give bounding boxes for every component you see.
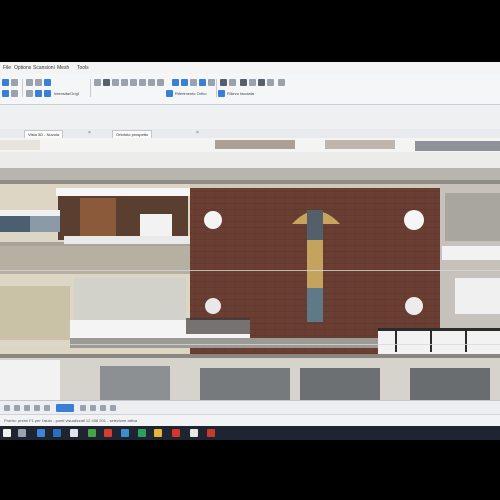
ortho-icon[interactable] — [166, 90, 173, 97]
facade-point-cloud-image — [0, 138, 500, 400]
ribbon-label-facade: Rilievo facciata — [227, 91, 254, 96]
table-icon[interactable] — [258, 79, 265, 86]
save-icon[interactable] — [35, 79, 42, 86]
pdf-icon[interactable] — [172, 429, 180, 437]
app-icon[interactable] — [138, 429, 146, 437]
tab-orthophoto[interactable]: Ortofoto prospetto — [112, 130, 153, 138]
panel-icon[interactable] — [249, 79, 256, 86]
ribbon-separator — [90, 79, 91, 97]
menu-scansioni[interactable]: Scansioni — [33, 63, 55, 73]
ribbon-toolbar: Intensita/Grigi Riferimento Ortho Riliev… — [0, 74, 500, 105]
app-icon[interactable] — [104, 429, 112, 437]
mail-icon[interactable] — [70, 429, 78, 437]
section-icon[interactable] — [157, 79, 164, 86]
secondary-toolbar-area — [0, 105, 500, 130]
application-screen: File Options Scansioni Mesh Tools Intens… — [0, 62, 500, 440]
render-icon[interactable] — [181, 79, 188, 86]
grid-icon[interactable] — [220, 79, 227, 86]
cut-icon[interactable] — [26, 90, 33, 97]
color-icon[interactable] — [100, 405, 106, 411]
menu-tools[interactable]: Tools — [77, 63, 89, 73]
box-icon[interactable] — [44, 90, 51, 97]
grid-icon[interactable] — [110, 405, 116, 411]
snap-icon[interactable] — [229, 79, 236, 86]
clip-icon[interactable] — [35, 90, 42, 97]
rotate-icon[interactable] — [14, 405, 20, 411]
globe-icon[interactable] — [199, 79, 206, 86]
fit-icon[interactable] — [34, 405, 40, 411]
status-text: Pronto: premi F1 per l'aiuto - punti vis… — [4, 418, 138, 423]
camera-icon[interactable] — [80, 405, 86, 411]
app-icon[interactable] — [88, 429, 96, 437]
area-icon[interactable] — [121, 79, 128, 86]
point-cloud-viewport[interactable] — [0, 138, 500, 400]
windows-icon[interactable] — [3, 429, 11, 437]
ruler-icon[interactable] — [103, 79, 110, 86]
view-tool-icon[interactable] — [2, 90, 9, 97]
ribbon-label-intensity: Intensita/Grigi — [54, 91, 79, 96]
app-icon[interactable] — [190, 429, 198, 437]
close-icon[interactable]: × — [88, 130, 91, 137]
window-icon[interactable] — [240, 79, 247, 86]
menu-mesh[interactable]: Mesh — [57, 63, 69, 73]
list-icon[interactable] — [267, 79, 274, 86]
ribbon-separator — [22, 79, 23, 97]
tab-3d-view[interactable]: Vista 3D - Nuvola — [24, 130, 64, 138]
windows-taskbar — [0, 426, 500, 440]
point-icon[interactable] — [130, 79, 137, 86]
select-tool-icon[interactable] — [2, 79, 9, 86]
menu-options[interactable]: Options — [14, 63, 31, 73]
search-icon[interactable] — [18, 429, 26, 437]
pan-icon[interactable] — [44, 405, 50, 411]
app-icon[interactable] — [207, 429, 215, 437]
plane-icon[interactable] — [148, 79, 155, 86]
ribbon-separator — [216, 79, 217, 97]
camera-icon[interactable] — [172, 79, 179, 86]
facade-icon[interactable] — [218, 90, 225, 97]
folder-icon[interactable] — [37, 429, 45, 437]
measure-icon[interactable] — [94, 79, 101, 86]
app-icon[interactable] — [121, 429, 129, 437]
view-mode-button[interactable] — [56, 404, 74, 412]
open-icon[interactable] — [26, 79, 33, 86]
menu-file[interactable]: File — [3, 63, 11, 73]
layer-icon[interactable] — [44, 79, 51, 86]
line-icon[interactable] — [139, 79, 146, 86]
zoom-icon[interactable] — [24, 405, 30, 411]
bottom-toolbar — [0, 400, 500, 415]
pan-tool-icon[interactable] — [11, 90, 18, 97]
ribbon-label-ortho: Riferimento Ortho — [175, 91, 207, 96]
browser-icon[interactable] — [53, 429, 61, 437]
move-tool-icon[interactable] — [11, 79, 18, 86]
angle-icon[interactable] — [112, 79, 119, 86]
cursor-icon[interactable] — [4, 405, 10, 411]
more-icon[interactable] — [278, 79, 285, 86]
export-icon[interactable] — [190, 79, 197, 86]
settings-icon[interactable] — [208, 79, 215, 86]
close-icon[interactable]: × — [196, 130, 199, 137]
light-icon[interactable] — [90, 405, 96, 411]
app-icon[interactable] — [154, 429, 162, 437]
